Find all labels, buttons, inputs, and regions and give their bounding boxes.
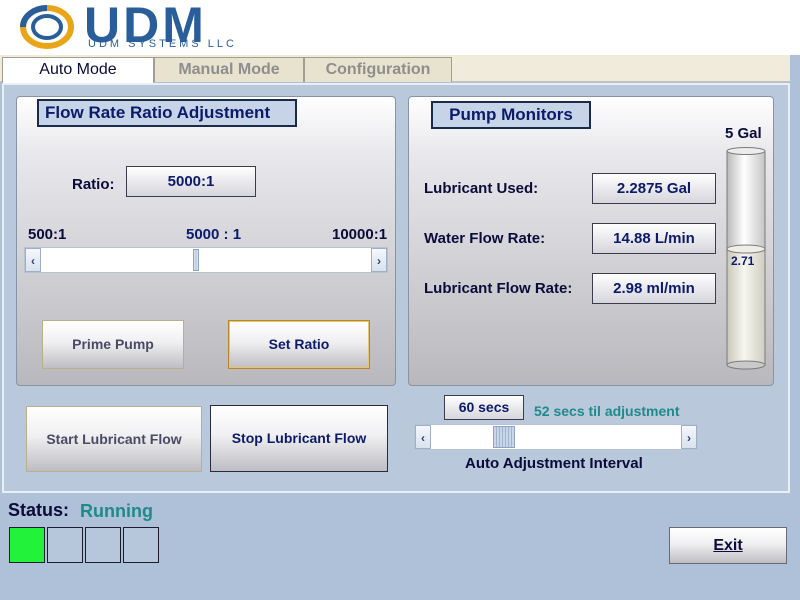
ratio-scale-min: 500:1 — [28, 226, 67, 243]
ratio-scale-mid: 5000 : 1 — [186, 226, 242, 243]
lubricant-used-value: 2.2875 Gal — [592, 173, 716, 204]
interval-slider[interactable]: ‹ › — [414, 424, 698, 450]
flow-ratio-title: Flow Rate Ratio Adjustment — [37, 99, 297, 127]
header-bar: UDM UDM SYSTEMS LLC — [0, 0, 800, 55]
interval-slider-thumb[interactable] — [493, 426, 515, 448]
start-lubricant-flow-button[interactable]: Start Lubricant Flow — [26, 406, 202, 472]
lubricant-used-label: Lubricant Used: — [424, 180, 539, 197]
stop-lubricant-flow-button[interactable]: Stop Lubricant Flow — [210, 405, 388, 472]
ratio-scale-max: 10000:1 — [332, 226, 388, 243]
tank-level-label: 2.71 — [731, 254, 755, 268]
status-indicator-1 — [9, 527, 45, 563]
lubricant-flow-rate-label: Lubricant Flow Rate: — [424, 280, 573, 297]
water-flow-rate-label: Water Flow Rate: — [424, 230, 546, 247]
status-value: Running — [80, 501, 153, 521]
status-indicator-4 — [123, 527, 159, 563]
ratio-slider-thumb[interactable] — [193, 249, 199, 271]
ratio-slider-track[interactable] — [41, 248, 371, 272]
slider-right-arrow-icon[interactable]: › — [681, 425, 697, 449]
adjustment-countdown: 52 secs til adjustment — [534, 403, 680, 419]
interval-value: 60 secs — [444, 395, 524, 420]
ratio-slider[interactable]: ‹ › — [24, 247, 388, 273]
slider-left-arrow-icon[interactable]: ‹ — [415, 425, 431, 449]
tab-auto-mode[interactable]: Auto Mode — [2, 57, 154, 85]
set-ratio-button[interactable]: Set Ratio — [228, 320, 370, 369]
logo-subtitle: UDM SYSTEMS LLC — [88, 38, 237, 50]
status-indicator-3 — [85, 527, 121, 563]
prime-pump-button[interactable]: Prime Pump — [42, 320, 184, 369]
exit-button[interactable]: Exit — [669, 527, 787, 564]
tab-manual-mode[interactable]: Manual Mode — [154, 57, 304, 82]
ratio-label: Ratio: — [72, 176, 115, 193]
slider-left-arrow-icon[interactable]: ‹ — [25, 248, 41, 272]
tank-capacity-label: 5 Gal — [725, 125, 762, 142]
status-indicator-2 — [47, 527, 83, 563]
interval-slider-track[interactable] — [431, 425, 681, 449]
ratio-value: 5000:1 — [126, 166, 256, 197]
slider-right-arrow-icon[interactable]: › — [371, 248, 387, 272]
lubricant-flow-rate-value: 2.98 ml/min — [592, 273, 716, 304]
status-label: Status: — [8, 500, 70, 520]
water-flow-rate-value: 14.88 L/min — [592, 223, 716, 254]
interval-label: Auto Adjustment Interval — [465, 455, 643, 472]
pump-monitors-title: Pump Monitors — [431, 101, 591, 129]
tab-configuration[interactable]: Configuration — [304, 57, 452, 82]
logo-ring-icon — [20, 5, 74, 49]
